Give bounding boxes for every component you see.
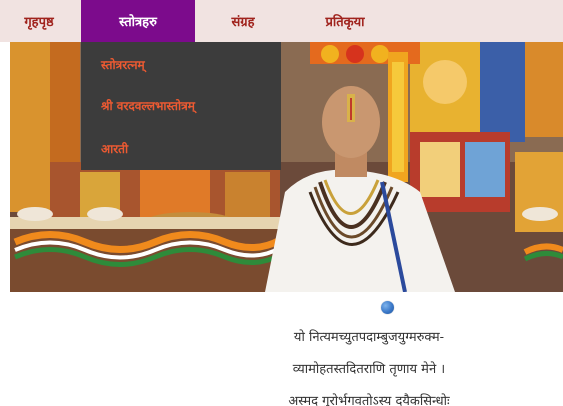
slider-dot-icon[interactable]: [381, 301, 394, 314]
verse-line: यो नित्यमच्युतपदाम्बुजयुग्मरुक्म-: [293, 330, 445, 345]
dropdown-item-stotraratnam[interactable]: स्तोत्ररत्नम्: [101, 56, 145, 73]
dropdown-item-varadavallabha[interactable]: श्री वरदवल्लभास्तोत्रम्: [101, 97, 195, 114]
nav-item-stotra[interactable]: स्तोत्रहरु: [81, 0, 195, 42]
stotra-dropdown-menu: स्तोत्ररत्नम् श्री वरदवल्लभास्तोत्रम् आर…: [81, 42, 281, 170]
nav-item-home[interactable]: गृहपृष्ठ: [0, 0, 78, 42]
nav-item-feedback[interactable]: प्रतिकृया: [290, 0, 400, 42]
verse-line: व्यामोहतस्तदितराणि तृणाय मेने ।: [292, 362, 446, 377]
verse-line: अस्मद् गुरोर्भगवतोऽस्य दयैकसिन्धोः: [288, 394, 450, 406]
nav-item-sangrah[interactable]: संग्रह: [200, 0, 286, 42]
page: गृहपृष्ठ स्तोत्रहरु संग्रह प्रतिकृया स्त…: [0, 0, 563, 406]
top-navbar: गृहपृष्ठ स्तोत्रहरु संग्रह प्रतिकृया: [0, 0, 563, 42]
dropdown-item-aarti[interactable]: आरती: [101, 140, 128, 157]
